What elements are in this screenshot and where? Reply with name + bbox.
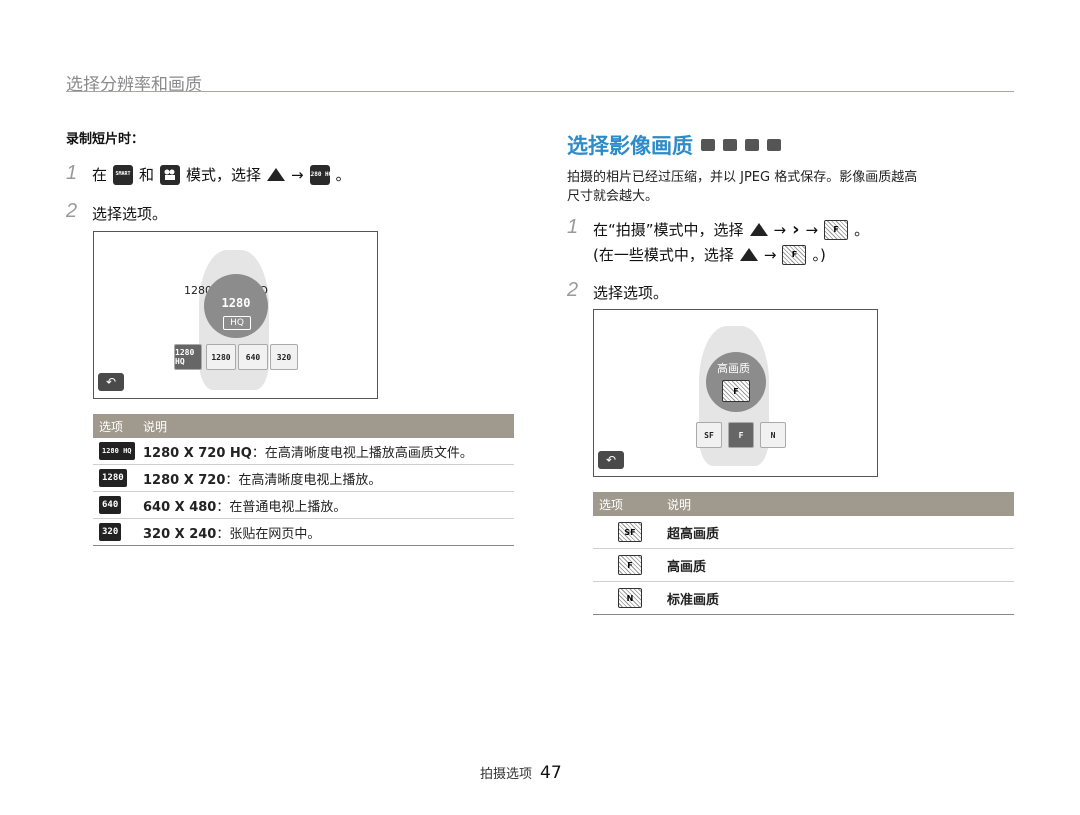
col-header-option: 选项 bbox=[593, 492, 661, 516]
arrow-right: → bbox=[763, 245, 777, 264]
left-step1-text-c: 模式，选择 bbox=[186, 166, 262, 184]
row-desc: ：在普通电视上播放。 bbox=[216, 499, 347, 515]
option-1280hq-button[interactable]: 1280 HQ bbox=[174, 344, 202, 370]
resolution-1280hq-icon: 1280 HQ bbox=[307, 164, 332, 185]
movie-camera-icon bbox=[160, 164, 181, 185]
big-hq-icon: HQ bbox=[223, 316, 251, 330]
back-button[interactable]: ↶ bbox=[98, 373, 124, 391]
table-row: 1280 HQ 1280 X 720 HQ：在高清晰度电视上播放高画质文件。 bbox=[93, 438, 514, 465]
section-rule bbox=[66, 91, 1014, 92]
row-desc: ：在高清晰度电视上播放高画质文件。 bbox=[251, 445, 473, 461]
resolution-1280-icon: 1280 bbox=[99, 469, 127, 487]
left-step2-text: 选择选项。 bbox=[92, 205, 168, 223]
chevron-right-icon: › bbox=[792, 219, 800, 240]
left-step1-number: 1 bbox=[66, 162, 78, 184]
option-normal-button[interactable]: N bbox=[760, 422, 786, 448]
resolution-640-icon: 640 bbox=[99, 496, 122, 514]
right-step2-number: 2 bbox=[567, 279, 579, 301]
row-desc: 标准画质 bbox=[661, 581, 1014, 615]
option-640-button[interactable]: 640 bbox=[238, 344, 268, 370]
table-row: F 高画质 bbox=[593, 548, 1014, 582]
right-step1-text-b: 。 bbox=[854, 221, 870, 239]
screen-quality-label: 高画质 bbox=[717, 362, 750, 375]
right-step2-text: 选择选项。 bbox=[593, 284, 669, 302]
camera-screen-video: 1280 X 720 HQ 1280 HQ 1280 HQ 1280 640 3… bbox=[93, 231, 378, 399]
intro-line-2: 尺寸就会越大。 bbox=[567, 189, 659, 204]
program-mode-icon bbox=[723, 139, 737, 151]
right-step1-line2: (在一些模式中，选择 → F 。) bbox=[593, 244, 826, 265]
left-subhead: 录制短片时： bbox=[66, 132, 145, 147]
table-row: N 标准画质 bbox=[593, 581, 1014, 615]
camera-mode-icon bbox=[701, 139, 715, 151]
row-title: 640 X 480 bbox=[143, 499, 217, 515]
row-desc: 超高画质 bbox=[661, 516, 1014, 549]
row-title: 1280 X 720 bbox=[143, 472, 226, 488]
col-header-option: 选项 bbox=[93, 414, 137, 438]
row-desc: 高画质 bbox=[661, 548, 1014, 582]
option-320-button[interactable]: 320 bbox=[270, 344, 298, 370]
table-row: 320 320 X 240：张贴在网页中。 bbox=[93, 518, 514, 546]
table-row: 1280 1280 X 720：在高清晰度电视上播放。 bbox=[93, 464, 514, 492]
right-title-row: 选择影像画质 bbox=[567, 130, 781, 160]
big-quality-icon: F bbox=[722, 380, 750, 402]
option-superfine-button[interactable]: SF bbox=[696, 422, 722, 448]
right-options-table: 选项 说明 SF 超高画质 F 高画质 N 标准画质 bbox=[593, 492, 1014, 615]
right-step1-text-a: 在“拍摄”模式中，选择 bbox=[593, 221, 744, 239]
resolution-320-icon: 320 bbox=[99, 523, 122, 541]
up-triangle-icon bbox=[739, 248, 758, 261]
col-header-desc: 说明 bbox=[661, 492, 1014, 516]
right-step1-line1: 在“拍摄”模式中，选择 → › → F 。 bbox=[593, 219, 869, 240]
left-options-table: 选项 说明 1280 HQ 1280 X 720 HQ：在高清晰度电视上播放高画… bbox=[93, 414, 514, 546]
scene-mode-icon bbox=[745, 139, 759, 151]
up-triangle-icon bbox=[749, 223, 768, 236]
left-step1: 在 SMART 和 模式，选择 → 1280 HQ 。 bbox=[92, 164, 351, 185]
right-step1-number: 1 bbox=[567, 216, 579, 238]
table-row: 640 640 X 480：在普通电视上播放。 bbox=[93, 491, 514, 519]
quality-normal-icon: N bbox=[618, 588, 642, 608]
left-step1-text-a: 在 bbox=[92, 166, 108, 184]
page-footer: 拍摄选项 47 bbox=[480, 763, 562, 783]
big-1280-icon: 1280 bbox=[221, 296, 251, 310]
back-button[interactable]: ↶ bbox=[598, 451, 624, 469]
right-step1-text-c: (在一些模式中，选择 bbox=[593, 246, 734, 264]
right-step1-text-d: 。) bbox=[812, 246, 826, 264]
arrow-right: → bbox=[773, 220, 787, 239]
quality-fine-icon: F bbox=[618, 555, 642, 575]
left-step2-number: 2 bbox=[66, 200, 78, 222]
footer-label: 拍摄选项 bbox=[480, 767, 533, 782]
quality-superfine-icon: SF bbox=[618, 522, 642, 542]
intro-line-1: 拍摄的相片已经过压缩，并以 JPEG 格式保存。影像画质越高 bbox=[567, 170, 918, 185]
resolution-1280hq-icon: 1280 HQ bbox=[99, 442, 135, 460]
dual-is-mode-icon bbox=[767, 139, 781, 151]
option-1280-button[interactable]: 1280 bbox=[206, 344, 236, 370]
up-triangle-icon bbox=[267, 168, 286, 181]
left-step1-text-d: 。 bbox=[335, 166, 351, 184]
row-desc: ：在高清晰度电视上播放。 bbox=[225, 472, 382, 488]
page-title: 选择影像画质 bbox=[567, 134, 693, 158]
smart-movie-icon: SMART bbox=[113, 164, 134, 185]
quality-fine-icon: F bbox=[824, 219, 849, 240]
arrow-right: → bbox=[805, 220, 819, 239]
camera-screen-photo: 高画质 F SF F N ↶ bbox=[593, 309, 878, 477]
arrow-right: → bbox=[291, 165, 304, 184]
row-title: 320 X 240 bbox=[143, 526, 217, 542]
row-title: 1280 X 720 HQ bbox=[143, 445, 252, 461]
quality-fine-icon: F bbox=[782, 244, 807, 265]
table-row: SF 超高画质 bbox=[593, 516, 1014, 549]
left-step1-text-b: 和 bbox=[139, 166, 155, 184]
col-header-desc: 说明 bbox=[137, 414, 514, 438]
option-fine-button[interactable]: F bbox=[728, 422, 754, 448]
page-number: 47 bbox=[540, 763, 562, 783]
row-desc: ：张贴在网页中。 bbox=[216, 526, 321, 542]
